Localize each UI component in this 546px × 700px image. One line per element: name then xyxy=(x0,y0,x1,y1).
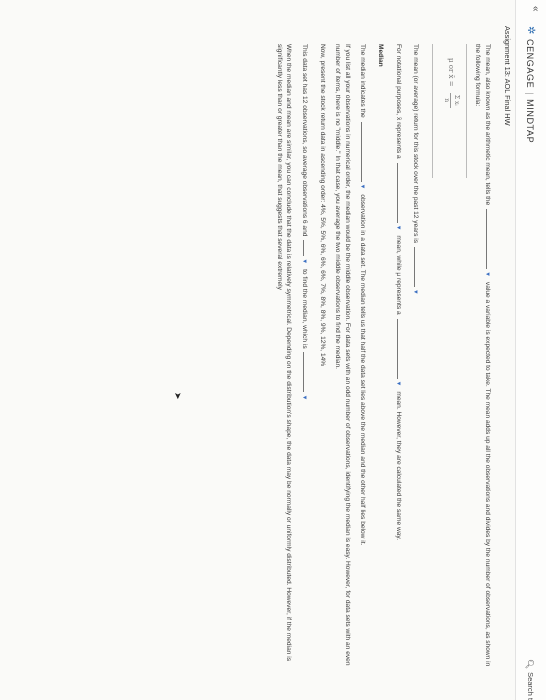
mean-formula: μ or x̄ = Σ xᵢ n xyxy=(432,44,467,178)
dropdown-mean-value[interactable] xyxy=(486,209,494,270)
product-name: MINDTAP xyxy=(525,99,536,144)
text: mean. However, they are calculated the xyxy=(394,391,402,508)
text: The mean, also known as the arithmetic m… xyxy=(484,44,491,206)
dropdown-observation-number[interactable] xyxy=(303,240,312,257)
text: observation in a data set. The median te… xyxy=(359,194,367,479)
dropdown-caret-icon[interactable]: ▼ xyxy=(484,271,490,277)
dropdown-median-position[interactable] xyxy=(361,121,370,182)
text: value a variable is expected to take. Th… xyxy=(484,281,491,463)
text: mean, while μ represents a xyxy=(394,235,402,315)
mean-question: The mean (or average) return for this st… xyxy=(411,44,423,670)
symmetry-paragraph: When the median and mean are similar, yo… xyxy=(275,44,293,661)
back-chevrons-icon[interactable]: « xyxy=(528,6,543,12)
question-content: The mean, also known as the arithmetic m… xyxy=(268,44,494,670)
mean-intro: The mean, also known as the arithmetic m… xyxy=(473,44,494,670)
dropdown-caret-icon[interactable]: ▼ xyxy=(395,381,401,387)
dropdown-caret-icon[interactable]: ▼ xyxy=(301,258,307,264)
search-icon: 🔍︎ xyxy=(525,658,534,670)
screen: « ✲ CENGAGE | MINDTAP 🔍︎ Search t Assign… xyxy=(0,0,546,700)
median-explanation: If you list all your observations in num… xyxy=(334,44,351,666)
dropdown-mean-return[interactable] xyxy=(414,246,423,287)
text: same way. xyxy=(394,509,402,541)
dropdown-caret-icon[interactable]: ▼ xyxy=(412,289,418,295)
search-label: Search t xyxy=(525,672,535,700)
dropdown-caret-icon[interactable]: ▼ xyxy=(395,225,401,231)
text: The mean (or average) return for this st… xyxy=(412,44,420,244)
search-button[interactable]: 🔍︎ Search t xyxy=(523,659,535,700)
brand-name: CENGAGE xyxy=(525,38,536,89)
top-bar: « ✲ CENGAGE | MINDTAP 🔍︎ Search t xyxy=(515,0,546,700)
formula-numerator: Σ xᵢ xyxy=(450,92,460,108)
formula-lhs: μ or x̄ = xyxy=(446,58,455,87)
median-definition: The median indicates the ▼ observation i… xyxy=(358,44,370,670)
text: to find the median, which is xyxy=(301,269,309,349)
median-heading: Median xyxy=(377,44,385,67)
cengage-logo[interactable]: ✲ CENGAGE | MINDTAP xyxy=(523,26,538,143)
dropdown-mu-type[interactable] xyxy=(396,318,405,379)
notation-paragraph: For notational purposes, x̄ represents a… xyxy=(393,44,405,670)
text: other half lies below it. xyxy=(359,480,367,546)
rotated-page: « ✲ CENGAGE | MINDTAP 🔍︎ Search t Assign… xyxy=(0,0,546,700)
text: The median indicates the xyxy=(359,44,367,118)
dropdown-median-value[interactable] xyxy=(303,352,312,393)
mouse-cursor-icon: ➤ xyxy=(173,392,183,400)
dropdown-caret-icon[interactable]: ▼ xyxy=(301,394,307,400)
median-calculation: This data set has 12 observations, so av… xyxy=(299,44,312,670)
ordered-data: Now, present the stock return data in as… xyxy=(318,44,326,367)
text: This data set has 12 observations, so av… xyxy=(301,44,309,237)
assignment-title: Assignment 13: AOL Final HW xyxy=(503,26,512,126)
dropdown-caret-icon[interactable]: ▼ xyxy=(359,184,365,190)
logo-separator: | xyxy=(525,92,536,96)
dropdown-xbar-type[interactable] xyxy=(396,162,405,223)
cengage-star-icon: ✲ xyxy=(525,26,536,35)
text: For notational purposes, x̄ represents a xyxy=(394,44,402,159)
formula-fraction: Σ xᵢ n xyxy=(441,92,460,108)
formula-denominator: n xyxy=(443,98,451,103)
